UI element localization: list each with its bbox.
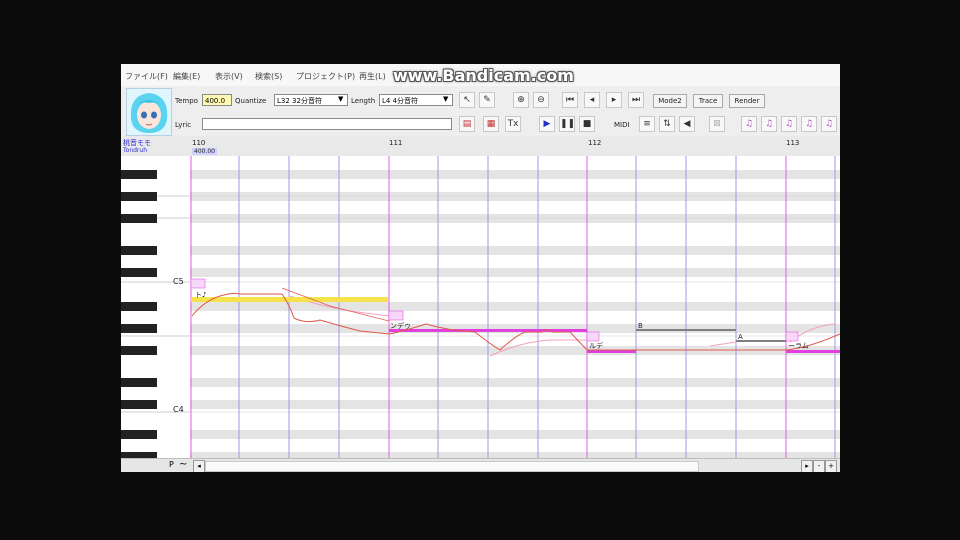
scroll-left-icon[interactable]: ◂ bbox=[193, 460, 205, 472]
pencil-icon[interactable]: ✎ bbox=[479, 92, 495, 108]
tempo-label: Tempo bbox=[175, 97, 198, 105]
mode-toggle[interactable]: ~ bbox=[179, 459, 187, 470]
film-icon[interactable]: ▦ bbox=[483, 116, 499, 132]
note-tool-1-icon[interactable]: ♫ bbox=[741, 116, 757, 132]
note-tool-4-icon[interactable]: ♫ bbox=[801, 116, 817, 132]
next-icon[interactable]: ▸ bbox=[606, 92, 622, 108]
note-lyric[interactable]: ト♪ bbox=[195, 291, 206, 299]
black-key[interactable] bbox=[121, 378, 157, 387]
menu-view[interactable]: 表示(V) bbox=[215, 71, 243, 82]
midi-label: MIDI bbox=[614, 121, 630, 129]
note-start-marker[interactable] bbox=[190, 278, 206, 289]
black-key[interactable] bbox=[121, 170, 157, 179]
note-bar[interactable] bbox=[736, 340, 786, 342]
zoom-out-icon[interactable]: ⊖ bbox=[533, 92, 549, 108]
letterbox-top bbox=[121, 0, 840, 64]
midi-back-icon[interactable]: ◀ bbox=[679, 116, 695, 132]
scroll-right-icon[interactable]: ▸ bbox=[801, 460, 813, 472]
menu-search[interactable]: 検索(S) bbox=[255, 71, 282, 82]
black-key[interactable] bbox=[121, 268, 157, 277]
note-lyric[interactable]: ルデ bbox=[589, 341, 603, 350]
singer-avatar bbox=[126, 88, 172, 136]
menu-file[interactable]: ファイル(F) bbox=[125, 71, 168, 82]
track-tab[interactable]: P bbox=[169, 460, 174, 469]
black-key[interactable] bbox=[121, 192, 157, 201]
zoom-in-h-icon[interactable]: + bbox=[825, 460, 837, 472]
cursor-icon[interactable]: ↖ bbox=[459, 92, 475, 108]
menu-edit[interactable]: 編集(E) bbox=[173, 71, 200, 82]
letterbox-left bbox=[0, 0, 121, 540]
note-bar[interactable] bbox=[636, 329, 736, 331]
pause-icon[interactable]: ❚❚ bbox=[559, 116, 575, 132]
stop-icon[interactable]: ■ bbox=[579, 116, 595, 132]
note-start-marker[interactable] bbox=[388, 310, 404, 321]
menu-play[interactable]: 再生(L) bbox=[359, 71, 386, 82]
render-button[interactable]: Render bbox=[729, 94, 765, 108]
black-key[interactable] bbox=[121, 246, 157, 255]
disabled-icon: ⊠ bbox=[709, 116, 725, 132]
note-bar[interactable] bbox=[786, 350, 840, 353]
play-icon[interactable]: ▶ bbox=[539, 116, 555, 132]
clipboard-icon[interactable]: ▤ bbox=[459, 116, 475, 132]
note-bar[interactable] bbox=[191, 297, 388, 302]
toolbar: Tempo 400.0 Quantize L32 32分音符 ▼ Length … bbox=[121, 86, 840, 136]
trace-button[interactable]: Trace bbox=[693, 94, 723, 108]
note-lyric[interactable]: ンデゥ bbox=[390, 321, 411, 330]
note-tool-5-icon[interactable]: ♫ bbox=[821, 116, 837, 132]
note-lyric[interactable]: A bbox=[738, 333, 743, 341]
note-tool-2-icon[interactable]: ♫ bbox=[761, 116, 777, 132]
note-lyric[interactable]: B bbox=[638, 322, 643, 330]
black-key[interactable] bbox=[121, 346, 157, 355]
measure-ruler[interactable]: 110 111 112 113 400.00 bbox=[121, 136, 840, 157]
end-icon[interactable]: ⏭ bbox=[628, 92, 644, 108]
tempo-input[interactable]: 400.0 bbox=[202, 94, 232, 106]
black-key[interactable] bbox=[121, 400, 157, 409]
measure-112: 112 bbox=[588, 139, 602, 147]
midi-thru-icon[interactable]: ⇅ bbox=[659, 116, 675, 132]
piano-roll-grid[interactable]: ト♪ ンデゥ ルデ B A ーラム bbox=[190, 156, 840, 458]
tempo-marker: 400.00 bbox=[192, 148, 217, 155]
chevron-down-icon: ▼ bbox=[443, 95, 449, 103]
app-window: ファイル(F) 編集(E) 表示(V) 検索(S) プロジェクト(P) 再生(L… bbox=[121, 64, 840, 472]
measure-113: 113 bbox=[786, 139, 800, 147]
zoom-in-icon[interactable]: ⊕ bbox=[513, 92, 529, 108]
black-key[interactable] bbox=[121, 324, 157, 333]
prev-icon[interactable]: ◂ bbox=[584, 92, 600, 108]
singer-portrait-icon bbox=[130, 93, 168, 133]
c5-label: C5 bbox=[173, 277, 184, 286]
c4-label: C4 bbox=[173, 405, 184, 414]
black-key[interactable] bbox=[121, 430, 157, 439]
horizontal-scrollbar[interactable]: P ~ ◂ ▸ - + bbox=[121, 458, 840, 472]
note-tool-3-icon[interactable]: ♫ bbox=[781, 116, 797, 132]
scroll-thumb[interactable] bbox=[205, 461, 699, 472]
length-label: Length bbox=[351, 97, 376, 105]
singer-sub: Tondruh bbox=[123, 147, 147, 154]
quantize-select[interactable]: L32 32分音符 bbox=[274, 94, 348, 106]
piano-keyboard[interactable]: C5 C4 bbox=[121, 156, 191, 458]
length-select[interactable]: L4 4分音符 bbox=[379, 94, 453, 106]
black-key[interactable] bbox=[121, 302, 157, 311]
text-icon[interactable]: Tx bbox=[505, 116, 521, 132]
zoom-out-h-icon[interactable]: - bbox=[813, 460, 825, 472]
quantize-label: Quantize bbox=[235, 97, 267, 105]
menu-project[interactable]: プロジェクト(P) bbox=[296, 71, 355, 82]
bandicam-watermark: www.Bandicam.com bbox=[393, 66, 574, 85]
track-info[interactable]: 桃音モモ Tondruh bbox=[121, 136, 190, 156]
black-key[interactable] bbox=[121, 214, 157, 223]
note-start-marker[interactable] bbox=[785, 331, 799, 342]
mode2-button[interactable]: Mode2 bbox=[653, 94, 687, 108]
note-start-marker[interactable] bbox=[586, 331, 600, 342]
midi-in-icon[interactable]: ≡ bbox=[639, 116, 655, 132]
lyric-input[interactable] bbox=[202, 118, 452, 130]
menu-bar: ファイル(F) 編集(E) 表示(V) 検索(S) プロジェクト(P) 再生(L… bbox=[121, 64, 840, 86]
letterbox-bottom bbox=[121, 472, 840, 540]
piano-roll-canvas[interactable]: ト♪ ンデゥ ルデ B A ーラム bbox=[190, 156, 840, 458]
chevron-down-icon: ▼ bbox=[338, 95, 344, 103]
lyric-label: Lyric bbox=[175, 121, 192, 129]
letterbox-right bbox=[840, 0, 960, 540]
measure-111: 111 bbox=[389, 139, 403, 147]
rewind-icon[interactable]: ⏮ bbox=[562, 92, 578, 108]
note-lyric[interactable]: ーラム bbox=[788, 342, 809, 350]
measure-110: 110 bbox=[192, 139, 206, 147]
